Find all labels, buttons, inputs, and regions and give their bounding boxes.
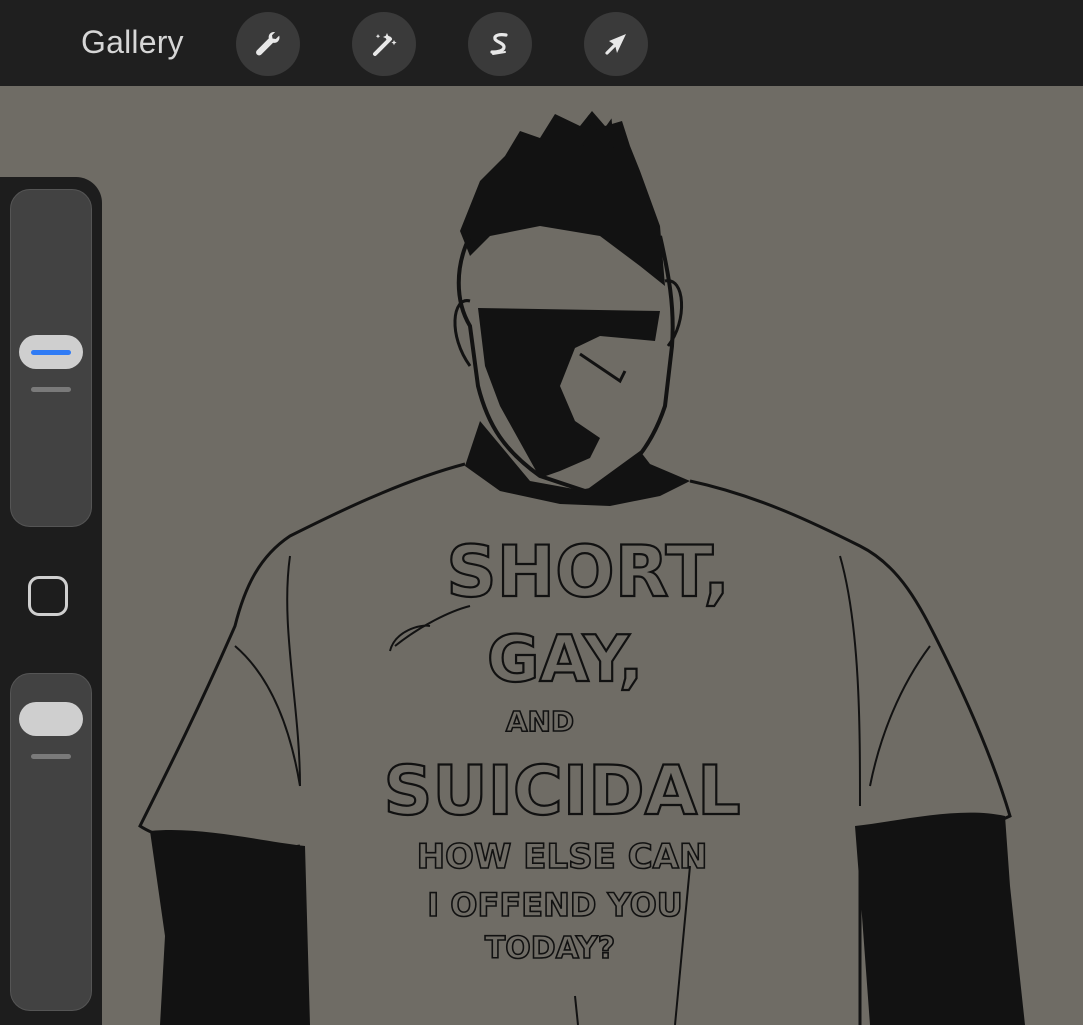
left-sidebar: [0, 177, 102, 1025]
top-toolbar: Gallery: [0, 0, 1083, 86]
selection-s-icon: [490, 33, 508, 55]
brush-size-thumb[interactable]: [19, 335, 83, 369]
shirt-text-line-5: HOW ELSE CAN: [417, 837, 708, 877]
arrow-cursor-icon: [605, 34, 626, 55]
modify-button[interactable]: [28, 576, 68, 616]
magic-wand-icon: [373, 33, 397, 56]
sketch-artwork: SHORT, GAY, AND SUICIDAL HOW ELSE CAN I …: [138, 111, 1025, 1025]
drawing-canvas[interactable]: SHORT, GAY, AND SUICIDAL HOW ELSE CAN I …: [0, 86, 1083, 1025]
shirt-text-line-7: TODAY?: [485, 931, 615, 966]
opacity-tick: [31, 754, 71, 759]
opacity-thumb[interactable]: [19, 702, 83, 736]
brush-size-indicator: [31, 350, 71, 355]
gallery-button[interactable]: Gallery: [81, 24, 184, 61]
shirt-text-line-3: AND: [506, 705, 574, 738]
shirt-text-line-6: I OFFEND YOU: [427, 886, 683, 924]
shirt-text-line-1: SHORT,: [446, 531, 730, 613]
adjustments-button[interactable]: [352, 12, 416, 76]
transform-button[interactable]: [584, 12, 648, 76]
actions-button[interactable]: [236, 12, 300, 76]
opacity-slider[interactable]: [10, 673, 92, 1011]
shirt-text-line-4: SUICIDAL: [383, 752, 740, 831]
shirt-text-line-2: GAY,: [487, 623, 643, 697]
brush-size-tick: [31, 387, 71, 392]
brush-size-slider[interactable]: [10, 189, 92, 527]
selection-button[interactable]: [468, 12, 532, 76]
wrench-icon: [256, 31, 280, 56]
